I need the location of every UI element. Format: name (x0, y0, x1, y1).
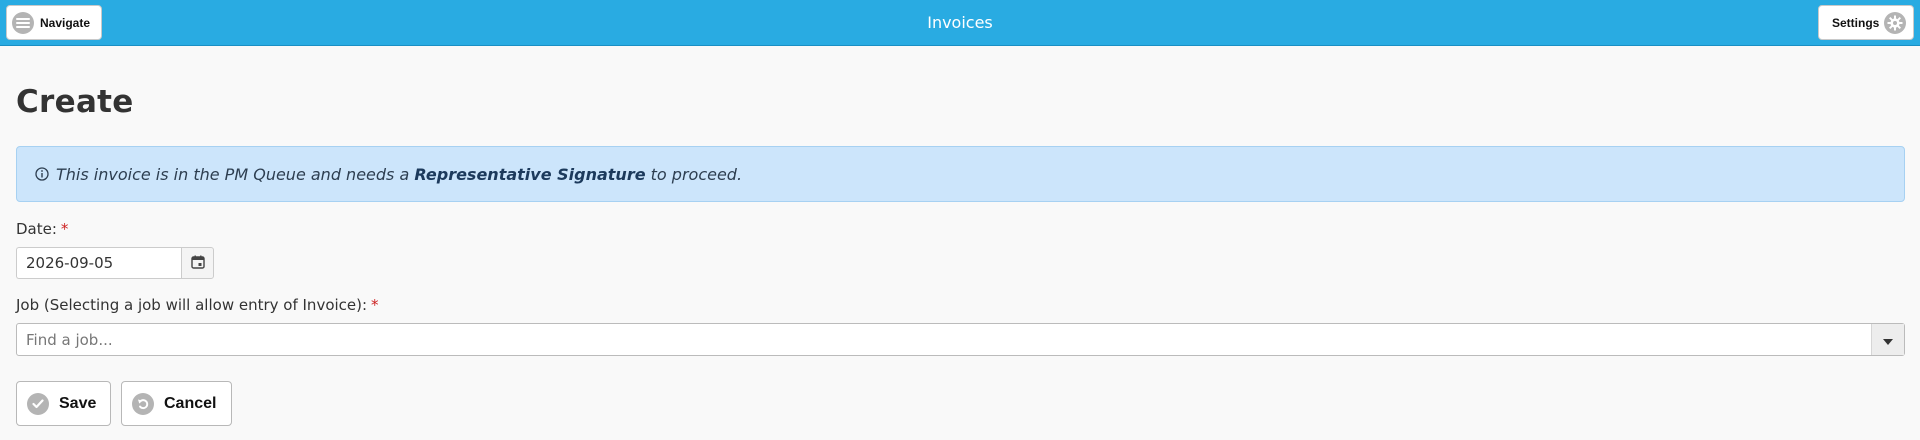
save-button-label: Save (59, 394, 97, 412)
job-select[interactable] (16, 323, 1905, 356)
undo-circle-icon (132, 392, 154, 415)
info-circle-icon (35, 167, 49, 181)
alert-text-before: This invoice is in the PM Queue and need… (56, 164, 415, 184)
job-required-marker: * (371, 296, 379, 314)
check-circle-icon (27, 392, 49, 415)
navigate-button-label: Navigate (40, 15, 91, 30)
settings-button[interactable]: Settings (1818, 5, 1914, 40)
settings-button-label: Settings (1832, 15, 1880, 30)
alert-text-strong: Representative Signature (414, 164, 646, 184)
job-label: Job (Selecting a job will allow entry of… (16, 296, 379, 314)
save-button[interactable]: Save (16, 381, 111, 426)
caret-down-icon (1883, 330, 1893, 349)
job-label-text: Job (Selecting a job will allow entry of… (16, 296, 368, 314)
info-alert: This invoice is in the PM Queue and need… (16, 146, 1905, 202)
alert-text-after: to proceed. (645, 164, 743, 184)
page-title: Create (16, 84, 134, 120)
app-title: Invoices (927, 13, 993, 32)
navigate-button[interactable]: Navigate (6, 5, 102, 40)
top-bar: Invoices Navigate Settings (0, 0, 1920, 46)
date-label: Date: * (16, 220, 68, 238)
date-picker-button[interactable] (181, 247, 214, 279)
calendar-icon (190, 254, 205, 273)
gear-icon (1884, 11, 1907, 34)
date-field-group (16, 247, 214, 279)
menu-lines-icon (12, 11, 34, 34)
alert-message: This invoice is in the PM Queue and need… (56, 165, 742, 184)
cancel-button-label: Cancel (164, 394, 217, 412)
job-dropdown-toggle[interactable] (1871, 324, 1904, 355)
date-required-marker: * (60, 220, 69, 238)
date-input[interactable] (16, 247, 181, 279)
date-label-text: Date: (16, 220, 57, 238)
cancel-button[interactable]: Cancel (121, 381, 232, 426)
job-search-input[interactable] (17, 324, 1871, 355)
